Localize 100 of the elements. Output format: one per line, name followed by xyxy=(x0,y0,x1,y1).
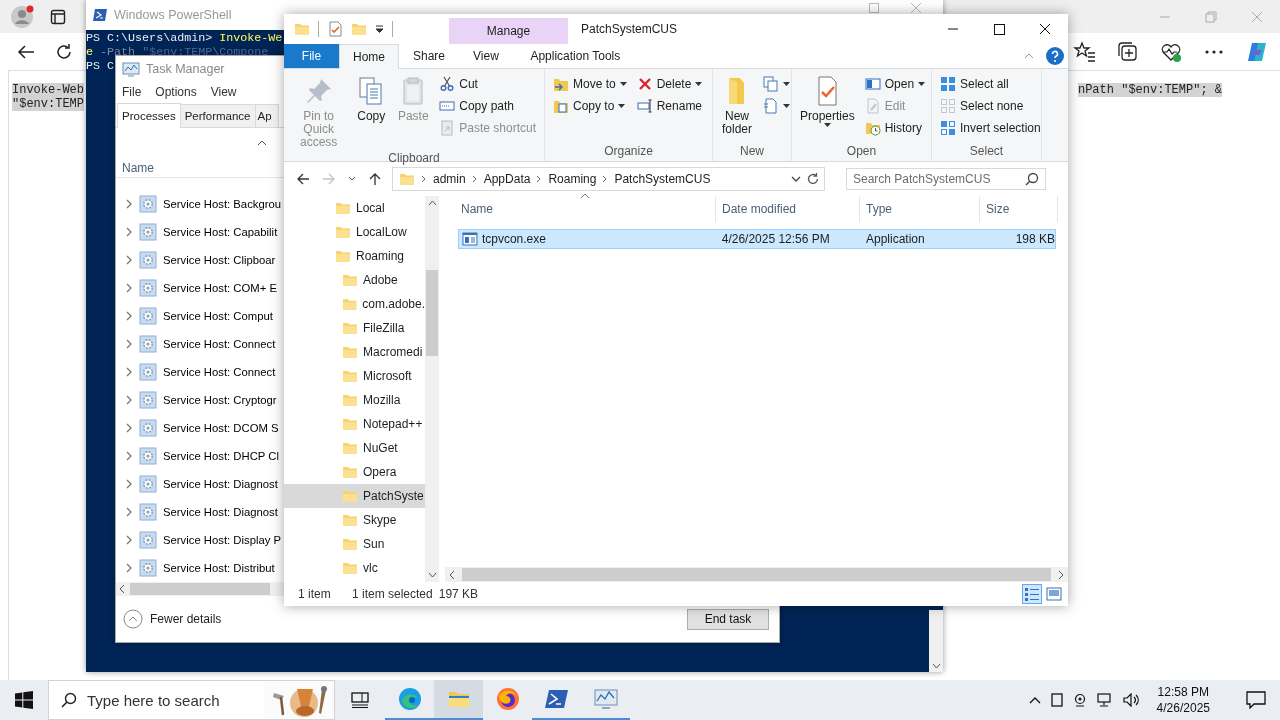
ribbon-button[interactable]: History xyxy=(861,116,929,139)
properties-icon[interactable] xyxy=(327,21,343,37)
search-field[interactable]: Type here to search xyxy=(48,680,335,720)
scrollbar[interactable] xyxy=(929,610,943,672)
gear-icon xyxy=(139,279,157,297)
ribbon-button[interactable]: Cut xyxy=(436,72,539,95)
scroll-down-icon[interactable] xyxy=(427,572,437,579)
tree-item[interactable]: com.adobe. xyxy=(284,291,425,316)
clock[interactable]: 12:58 PM 4/26/2025 xyxy=(1156,684,1210,716)
tree-item[interactable]: Opera xyxy=(284,459,425,484)
search-field[interactable]: Search PatchSystemCUS xyxy=(846,167,1046,190)
tree-item[interactable]: Macromedi xyxy=(284,339,425,364)
tree-item[interactable]: Roaming xyxy=(284,243,425,268)
column-header[interactable]: Type xyxy=(860,195,980,222)
network-icon[interactable] xyxy=(1096,693,1113,707)
view-button[interactable] xyxy=(1022,584,1042,604)
fewer-details-link[interactable]: Fewer details xyxy=(123,609,222,629)
scroll-left-icon[interactable] xyxy=(448,569,456,580)
scroll-right-icon[interactable] xyxy=(1057,569,1065,580)
ribbon-button[interactable]: New folder xyxy=(718,72,756,141)
scroll-down-icon[interactable] xyxy=(931,663,941,669)
menu-item[interactable]: View xyxy=(210,85,237,99)
search-icon[interactable] xyxy=(1025,171,1039,186)
tree-item[interactable]: Skype xyxy=(284,507,425,532)
help-icon[interactable] xyxy=(1046,46,1064,65)
ribbon-button[interactable]: Select all xyxy=(937,72,1044,95)
customize-caret-icon[interactable] xyxy=(375,25,384,33)
column-header[interactable]: Size xyxy=(980,195,1058,222)
gear-icon xyxy=(139,503,157,521)
refresh-icon[interactable] xyxy=(54,41,74,62)
ribbon-button[interactable]: Open xyxy=(861,72,929,95)
favorites-icon[interactable] xyxy=(1073,39,1097,64)
notification-icon[interactable] xyxy=(1246,691,1266,709)
back-icon[interactable] xyxy=(296,171,310,186)
end-task-button[interactable]: End task xyxy=(687,608,769,630)
tree-item[interactable]: Local xyxy=(284,195,425,220)
powershell-icon xyxy=(544,687,569,711)
tree-item[interactable]: vlc xyxy=(284,555,425,580)
breadcrumb[interactable]: admin xyxy=(433,171,466,186)
ribbon-button[interactable]: Select none xyxy=(937,94,1044,117)
up-icon[interactable] xyxy=(368,171,382,186)
tree-item[interactable]: Mozilla xyxy=(284,387,425,412)
speaker-icon[interactable] xyxy=(1122,693,1141,707)
process-name: Service Host: Comput xyxy=(163,310,273,322)
address-bar[interactable]: admin AppData Roaming PatchSystemCUS xyxy=(392,166,825,191)
tree-item[interactable]: LocalLow xyxy=(284,219,425,244)
edge-icon xyxy=(397,687,422,711)
caret-icon xyxy=(783,81,790,86)
recent-caret-icon[interactable] xyxy=(348,175,356,182)
ribbon-button[interactable]: Copy path xyxy=(436,94,539,117)
column-header[interactable]: Date modified xyxy=(716,195,860,222)
collections-icon[interactable] xyxy=(1116,39,1140,64)
chevron-up-icon[interactable] xyxy=(1028,696,1041,704)
column-header[interactable]: Name xyxy=(445,195,716,222)
breadcrumb[interactable]: PatchSystemCUS xyxy=(614,171,711,186)
ribbon-button[interactable]: Copy xyxy=(352,72,391,151)
horizontal-scrollbar[interactable] xyxy=(116,582,284,596)
taskbar-app[interactable] xyxy=(434,680,483,720)
tree-item[interactable]: Microsoft xyxy=(284,363,425,388)
file-row[interactable]: tcpvcon.exe 4/26/2025 12:56 PM Application 198 KB xyxy=(458,228,1056,249)
ribbon-button[interactable]: Rename xyxy=(633,94,706,117)
sort-caret-icon[interactable] xyxy=(257,140,267,146)
ribbon-button[interactable]: Properties xyxy=(797,72,858,141)
collapse-ribbon-icon[interactable] xyxy=(1024,52,1034,59)
tab[interactable]: Processes xyxy=(117,103,181,128)
tree-item[interactable]: NuGet xyxy=(284,435,425,460)
tab[interactable]: Ap xyxy=(254,104,279,127)
tree-item[interactable]: PatchSyste xyxy=(284,483,425,508)
horizontal-scrollbar[interactable] xyxy=(445,567,1068,583)
avatar-icon[interactable] xyxy=(10,3,36,30)
ribbon-tab[interactable]: View xyxy=(459,44,513,68)
tab-actions-icon[interactable] xyxy=(50,8,66,25)
ribbon-tab[interactable]: Home xyxy=(339,44,399,69)
ribbon-button[interactable]: Copy to xyxy=(550,94,630,117)
breadcrumb[interactable]: AppData xyxy=(483,171,531,186)
breadcrumb[interactable]: Roaming xyxy=(548,171,597,186)
vertical-scrollbar[interactable] xyxy=(425,195,439,583)
close-icon[interactable] xyxy=(911,3,921,13)
webcam-icon[interactable] xyxy=(1072,693,1087,707)
dropdown-icon[interactable] xyxy=(791,175,801,182)
refresh-icon[interactable] xyxy=(806,171,820,186)
ribbon-button[interactable]: Move to xyxy=(550,72,630,95)
tree-item[interactable]: Adobe xyxy=(284,267,425,292)
file-menu-button[interactable]: File xyxy=(284,44,339,68)
scrollbar-thumb[interactable] xyxy=(426,269,438,356)
chevron-icon xyxy=(602,174,609,183)
scroll-up-icon[interactable] xyxy=(427,199,437,206)
ribbon-tab[interactable]: Share xyxy=(399,44,460,68)
tablet-icon[interactable] xyxy=(1050,693,1063,707)
tree-item[interactable]: Sun xyxy=(284,531,425,556)
tree-item[interactable]: Notepad++ xyxy=(284,411,425,436)
menu-item[interactable]: Options xyxy=(155,85,197,99)
menu-item[interactable]: File xyxy=(122,85,142,99)
search-placeholder: Type here to search xyxy=(87,691,221,709)
sort-caret-icon[interactable] xyxy=(580,192,590,199)
ribbon-button[interactable]: Invert selection xyxy=(937,116,1044,139)
column-header[interactable]: Name xyxy=(122,160,154,175)
tree-item[interactable]: FileZilla xyxy=(284,315,425,340)
tab[interactable]: Performance xyxy=(179,104,256,127)
ribbon-button[interactable]: Delete xyxy=(633,72,706,95)
